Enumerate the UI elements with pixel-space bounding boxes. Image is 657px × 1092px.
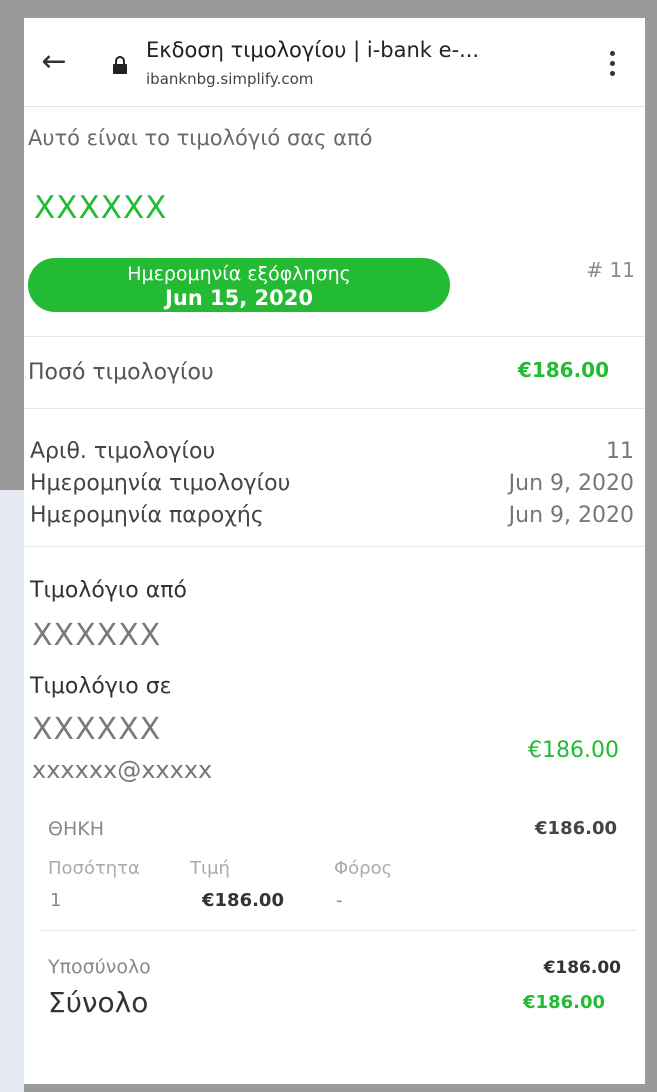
due-date-value: Jun 15, 2020 — [165, 286, 313, 310]
to-heading: Τιμολόγιο σε — [30, 674, 172, 699]
kebab-menu-icon[interactable] — [602, 48, 622, 82]
line-item-qty: 1 — [50, 890, 62, 911]
total-label: Σύνολο — [48, 986, 149, 1019]
intro-text: Αυτό είναι το τιμολόγιό σας από — [28, 126, 373, 150]
line-item-unit-price: €186.00 — [202, 890, 284, 911]
total-value: €186.00 — [523, 992, 605, 1013]
detail-value: Jun 9, 2020 — [508, 471, 634, 496]
merchant-name: XXXXXX — [34, 190, 168, 226]
page-url[interactable]: ibanknbg.simplify.com — [146, 70, 313, 88]
column-header-price: Τιμή — [190, 858, 230, 879]
subtotal-label: Υποσύνολο — [48, 956, 151, 978]
divider — [24, 336, 645, 337]
detail-row: Ημερομηνία τιμολογίου Jun 9, 2020 — [30, 468, 634, 500]
to-name: XXXXXX — [32, 712, 162, 747]
amount-value: €186.00 — [517, 358, 609, 382]
detail-row: Αριθ. τιμολογίου 11 — [30, 436, 634, 468]
detail-value: 11 — [606, 439, 634, 464]
detail-row: Ημερομηνία παροχής Jun 9, 2020 — [30, 500, 634, 532]
line-item-name: ΘΗΚΗ — [48, 818, 104, 840]
lock-icon — [113, 56, 127, 74]
column-header-tax: Φόρος — [334, 858, 393, 879]
phone-screen: ← Εκδοση τιμολογίου | i-bank e-... ibank… — [24, 18, 645, 1084]
subtotal-value: €186.00 — [543, 958, 621, 978]
line-item-price: €186.00 — [535, 818, 617, 839]
browser-toolbar: ← Εκδοση τιμολογίου | i-bank e-... ibank… — [24, 18, 645, 107]
background-panel — [0, 490, 24, 1092]
divider — [24, 408, 645, 409]
detail-value: Jun 9, 2020 — [508, 503, 634, 528]
detail-label: Αριθ. τιμολογίου — [30, 439, 216, 464]
from-name: XXXXXX — [32, 618, 162, 653]
line-item-tax: - — [336, 890, 343, 911]
column-header-qty: Ποσότητα — [48, 858, 140, 879]
divider — [24, 546, 645, 547]
from-heading: Τιμολόγιο από — [30, 578, 187, 603]
detail-label: Ημερομηνία τιμολογίου — [30, 471, 291, 496]
detail-label: Ημερομηνία παροχής — [30, 503, 264, 528]
due-date-badge: Ημερομηνία εξόφλησης Jun 15, 2020 — [28, 258, 450, 312]
to-email[interactable]: xxxxxx@xxxxx — [32, 756, 212, 784]
to-amount: €186.00 — [528, 738, 619, 763]
amount-label: Ποσό τιμολογίου — [28, 360, 214, 385]
invoice-number-badge: # 11 — [586, 258, 635, 282]
page-title: Εκδοση τιμολογίου | i-bank e-... — [146, 38, 480, 62]
back-arrow-icon[interactable]: ← — [36, 44, 72, 80]
invoice-details: Αριθ. τιμολογίου 11 Ημερομηνία τιμολογίο… — [30, 436, 634, 532]
due-date-label: Ημερομηνία εξόφλησης — [127, 263, 351, 285]
divider — [40, 930, 636, 931]
